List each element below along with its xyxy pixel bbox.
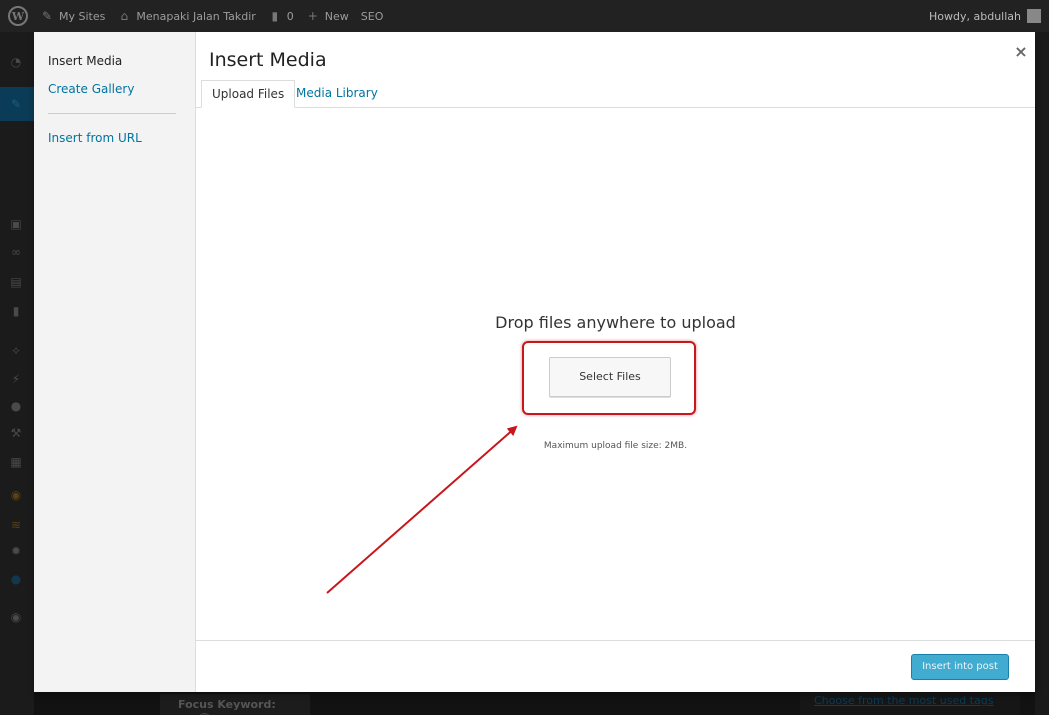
collapse-icon: ◉ — [10, 610, 22, 624]
menu-item-insert-from-url[interactable]: Insert from URL — [34, 129, 156, 147]
media-router-tabs: Upload Files Media Library — [196, 80, 1035, 108]
check-icon: ● — [10, 572, 22, 586]
wifi-icon: ≋ — [10, 518, 22, 532]
wordpress-logo-icon[interactable]: W — [8, 6, 28, 26]
pages-icon: ▤ — [10, 275, 22, 289]
seo-menu[interactable]: SEO — [355, 0, 390, 32]
tools-icon: ⚒ — [10, 426, 22, 440]
close-icon[interactable]: × — [1012, 43, 1030, 61]
upload-drop-zone[interactable]: Drop files anywhere to upload Select Fil… — [196, 109, 1035, 640]
my-sites-menu[interactable]: ✎ My Sites — [34, 0, 111, 32]
media-frame-menu: Insert Media Create Gallery Insert from … — [34, 32, 196, 692]
howdy-label: Howdy, abdullah — [929, 9, 1021, 23]
seo-label: SEO — [360, 9, 384, 23]
pin-icon: ✎ — [10, 97, 22, 111]
new-label: New — [324, 9, 349, 23]
appearance-icon: ✧ — [10, 344, 22, 358]
media-toolbar: Insert into post — [196, 640, 1035, 692]
media-icon: ▣ — [10, 217, 22, 231]
dashboard-icon: ◔ — [10, 55, 22, 69]
settings-icon: ▦ — [10, 455, 22, 469]
wrench-icon: ✎ — [41, 9, 53, 23]
site-name-menu[interactable]: ⌂ Menapaki Jalan Takdir — [111, 0, 261, 32]
most-used-tags-link: Choose from the most used tags — [800, 692, 1020, 715]
plus-icon: + — [307, 9, 318, 23]
modal-title: Insert Media — [209, 49, 327, 71]
plugin-badge-icon: ◉ — [10, 488, 22, 502]
comments-icon: ▮ — [12, 304, 20, 318]
menu-separator — [48, 113, 176, 114]
focus-keyword-field: Focus Keyword: ? — [160, 694, 310, 715]
menu-item-create-gallery[interactable]: Create Gallery — [34, 80, 148, 98]
admin-side-menu: ◔ ✎ ▣ ∞ ▤ ▮ ✧ ⚡ ● ⚒ ▦ ◉ ≋ ✹ ● ◉ — [0, 32, 34, 715]
avatar — [1027, 9, 1041, 23]
comments-count: 0 — [286, 9, 294, 23]
backdrop-right — [1035, 32, 1049, 715]
gear-icon: ✹ — [10, 544, 22, 558]
tab-media-library[interactable]: Media Library — [286, 80, 388, 108]
site-name-label: Menapaki Jalan Takdir — [136, 9, 256, 23]
annotation-arrow-icon — [326, 425, 518, 594]
insert-into-post-button[interactable]: Insert into post — [911, 654, 1009, 680]
tab-upload-files[interactable]: Upload Files — [201, 80, 296, 108]
focus-keyword-label: Focus Keyword: — [178, 698, 276, 711]
comments-menu[interactable]: ▮ 0 — [262, 0, 300, 32]
new-content-menu[interactable]: + New — [300, 0, 355, 32]
plugins-icon: ⚡ — [11, 372, 21, 386]
admin-bar: W ✎ My Sites ⌂ Menapaki Jalan Takdir ▮ 0… — [0, 0, 1049, 32]
home-icon: ⌂ — [120, 9, 129, 23]
insert-media-modal: Insert Media Create Gallery Insert from … — [34, 32, 1035, 692]
comment-bubble-icon: ▮ — [271, 9, 279, 23]
menu-item-insert-media[interactable]: Insert Media — [34, 52, 136, 70]
my-sites-label: My Sites — [59, 9, 106, 23]
account-menu[interactable]: Howdy, abdullah — [929, 9, 1049, 23]
users-icon: ● — [10, 399, 22, 413]
link-icon: ∞ — [11, 245, 21, 259]
